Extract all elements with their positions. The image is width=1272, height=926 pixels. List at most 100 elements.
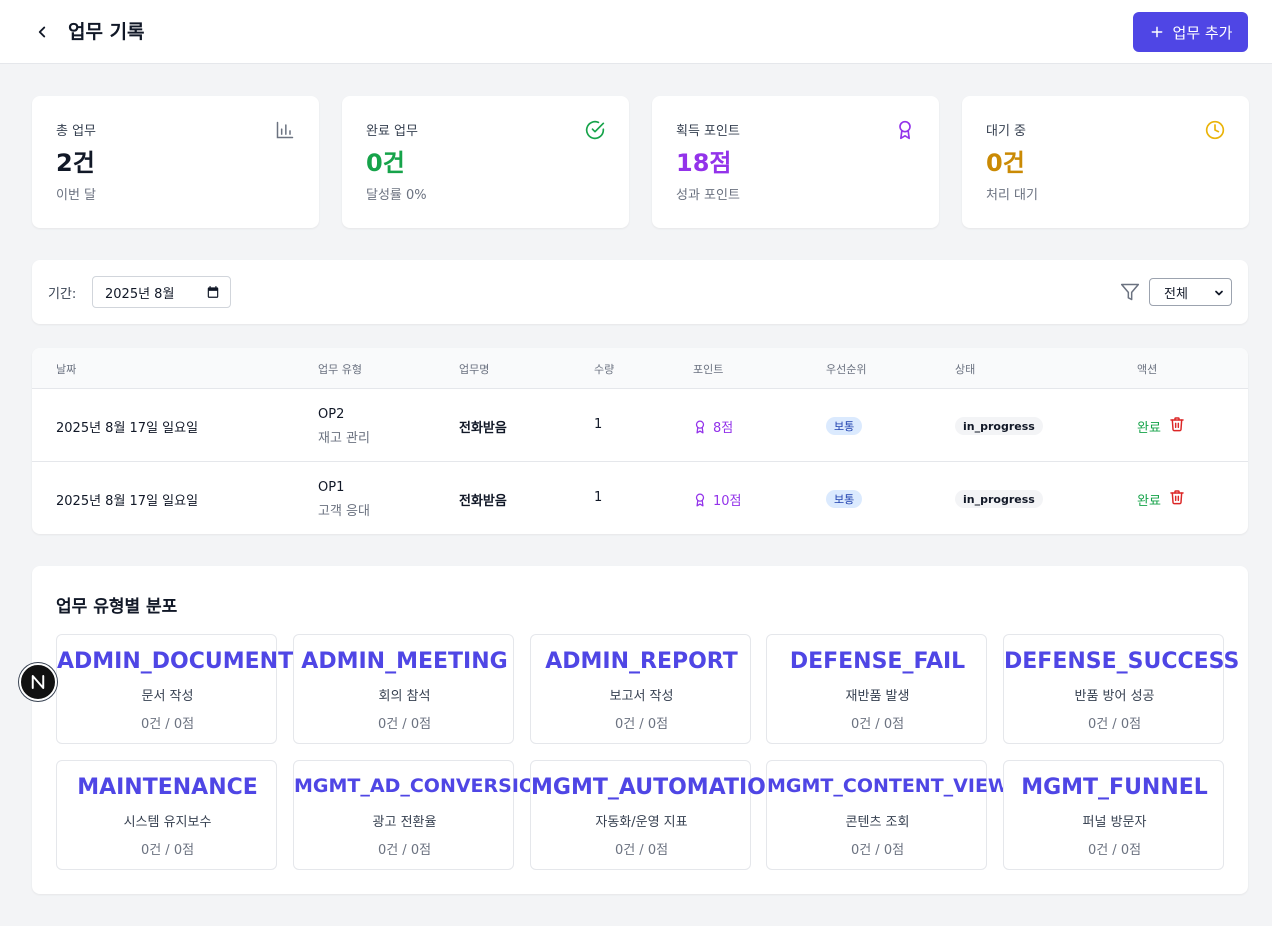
column-header-priority: 우선순위 xyxy=(826,363,867,376)
type-code: MAINTENANCE xyxy=(77,775,258,800)
stat-label: 대기 중 xyxy=(986,124,1027,139)
table-row: 2025년 8월 17일 일요일 OP2 재고 관리 전화받음 1 8점 보통 … xyxy=(32,389,1248,462)
type-box: MGMT_AUTOMATION 자동화/운영 지표 0건 / 0점 xyxy=(530,760,785,870)
type-name: 재반품 발생 xyxy=(845,689,910,704)
stat-label: 완료 업무 xyxy=(366,124,418,139)
type-code: MGMT_AD_CONVERSION xyxy=(294,775,551,797)
top-header: 업무 기록 업무 추가 xyxy=(0,0,1272,64)
priority-badge: 보통 xyxy=(826,417,863,435)
stat-value: 18점 xyxy=(676,149,732,177)
type-code: MGMT_CONTENT_VIEWS xyxy=(767,775,1023,797)
type-name: 퍼널 방문자 xyxy=(1082,815,1147,830)
stat-card-points: 획득 포인트 18점 성과 포인트 xyxy=(652,96,939,228)
month-picker-input[interactable]: 2025년 8월 xyxy=(92,276,231,308)
type-box: DEFENSE_SUCCESS 반품 방어 성공 0건 / 0점 xyxy=(1003,634,1240,744)
type-code: ADMIN_REPORT xyxy=(545,649,738,674)
tasks-table: 날짜 업무 유형 업무명 수량 포인트 우선순위 상태 액션 2025년 8월 … xyxy=(32,348,1248,534)
type-code: DEFENSE_SUCCESS xyxy=(1004,649,1240,674)
trash-icon[interactable] xyxy=(1169,489,1185,505)
status-select-value: 전체 xyxy=(1164,286,1188,302)
award-icon xyxy=(695,493,705,506)
add-task-button[interactable]: 업무 추가 xyxy=(1133,12,1248,52)
row-points: 10점 xyxy=(693,490,742,509)
type-name: 자동화/운영 지표 xyxy=(595,815,688,830)
row-type-code: OP1 xyxy=(318,480,345,495)
type-stat: 0건 / 0점 xyxy=(614,843,669,858)
type-stat: 0건 / 0점 xyxy=(1087,717,1142,732)
type-stat: 0건 / 0점 xyxy=(1087,843,1142,858)
row-date: 2025년 8월 17일 일요일 xyxy=(56,494,199,509)
column-header-date: 날짜 xyxy=(56,363,77,376)
type-code: MGMT_AUTOMATION xyxy=(531,775,785,800)
filter-icon xyxy=(1120,283,1140,301)
column-header-points: 포인트 xyxy=(693,363,724,376)
filter-bar: 기간: 2025년 8월 전체 xyxy=(32,260,1248,324)
type-box: ADMIN_REPORT 보고서 작성 0건 / 0점 xyxy=(530,634,751,744)
type-box: MGMT_CONTENT_VIEWS 콘텐츠 조회 0건 / 0점 xyxy=(766,760,1023,870)
period-label: 기간: xyxy=(48,287,77,302)
row-quantity: 1 xyxy=(594,417,603,432)
status-badge: in_progress xyxy=(955,417,1043,435)
type-name: 콘텐츠 조회 xyxy=(845,815,910,830)
type-box: MGMT_FUNNEL 퍼널 방문자 0건 / 0점 xyxy=(1003,760,1224,870)
plus-icon xyxy=(1151,26,1162,38)
type-code: DEFENSE_FAIL xyxy=(789,649,966,674)
row-type-name: 고객 응대 xyxy=(318,504,370,519)
row-points-value: 10점 xyxy=(713,494,742,509)
row-points: 8점 xyxy=(693,417,733,436)
type-code: ADMIN_MEETING xyxy=(301,649,508,674)
table-row: 2025년 8월 17일 일요일 OP1 고객 응대 전화받음 1 10점 보통… xyxy=(32,462,1248,534)
stat-value: 0건 xyxy=(986,149,1025,177)
row-type-code: OP2 xyxy=(318,407,345,422)
clock-icon xyxy=(1205,120,1225,140)
stat-sub: 달성률 0% xyxy=(366,188,427,203)
status-filter-select[interactable]: 전체 xyxy=(1149,278,1232,306)
stat-value: 0건 xyxy=(366,149,405,177)
stat-sub: 처리 대기 xyxy=(986,188,1038,203)
type-box: ADMIN_MEETING 회의 참석 0건 / 0점 xyxy=(293,634,514,744)
complete-button[interactable]: 완료 xyxy=(1137,417,1161,436)
type-stat: 0건 / 0점 xyxy=(850,843,905,858)
type-stat: 0건 / 0점 xyxy=(377,843,432,858)
bar-chart-icon xyxy=(276,121,294,139)
add-task-label: 업무 추가 xyxy=(1172,23,1233,42)
complete-button[interactable]: 완료 xyxy=(1137,490,1161,509)
column-header-type: 업무 유형 xyxy=(318,363,362,376)
priority-badge: 보통 xyxy=(826,490,863,508)
chevron-down-icon xyxy=(1215,290,1223,296)
distribution-title: 업무 유형별 분포 xyxy=(56,597,178,617)
type-code: ADMIN_DOCUMENT xyxy=(57,649,294,674)
type-name: 문서 작성 xyxy=(141,689,194,704)
row-task-name: 전화받음 xyxy=(459,494,507,509)
award-icon xyxy=(899,120,911,140)
type-name: 회의 참석 xyxy=(378,689,431,704)
month-value: 2025년 8월 xyxy=(105,286,175,302)
trash-icon[interactable] xyxy=(1169,416,1185,432)
chevron-left-icon xyxy=(38,26,46,38)
type-box: DEFENSE_FAIL 재반품 발생 0건 / 0점 xyxy=(766,634,987,744)
row-quantity: 1 xyxy=(594,490,603,505)
status-badge: in_progress xyxy=(955,490,1043,508)
floating-logo-button[interactable] xyxy=(19,663,57,701)
type-name: 광고 전환율 xyxy=(372,815,437,830)
stat-sub: 성과 포인트 xyxy=(676,188,740,203)
type-name: 반품 방어 성공 xyxy=(1074,689,1155,704)
type-box: MGMT_AD_CONVERSION 광고 전환율 0건 / 0점 xyxy=(293,760,551,870)
column-header-qty: 수량 xyxy=(594,363,615,376)
calendar-icon[interactable] xyxy=(206,285,220,299)
column-header-name: 업무명 xyxy=(459,363,490,376)
back-button[interactable] xyxy=(28,18,56,46)
award-icon xyxy=(695,420,705,433)
type-code: MGMT_FUNNEL xyxy=(1021,775,1208,800)
stat-card-completed: 완료 업무 0건 달성률 0% xyxy=(342,96,629,228)
page-title: 업무 기록 xyxy=(68,21,145,43)
type-stat: 0건 / 0점 xyxy=(140,717,195,732)
row-type-name: 재고 관리 xyxy=(318,431,370,446)
type-stat: 0건 / 0점 xyxy=(140,843,195,858)
column-header-status: 상태 xyxy=(955,363,976,376)
stat-card-total: 총 업무 2건 이번 달 xyxy=(32,96,319,228)
row-task-name: 전화받음 xyxy=(459,421,507,436)
check-circle-icon xyxy=(585,120,605,140)
table-header: 날짜 업무 유형 업무명 수량 포인트 우선순위 상태 액션 xyxy=(32,348,1248,389)
n-logo-icon xyxy=(31,675,45,689)
